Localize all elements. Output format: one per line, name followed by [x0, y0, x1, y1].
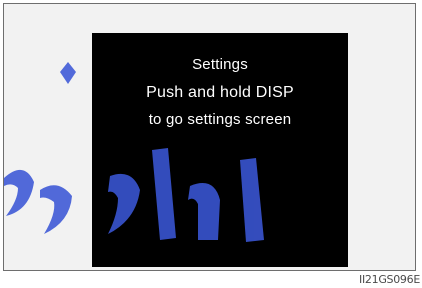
instruction-line-1: Push and hold DISP [146, 84, 294, 101]
instruction-line-2: to go settings screen [148, 111, 292, 128]
settings-title: Settings [192, 56, 248, 73]
display-screen: Settings Push and hold DISP to go settin… [92, 33, 348, 267]
figure-code: II21GS096E [359, 273, 420, 286]
